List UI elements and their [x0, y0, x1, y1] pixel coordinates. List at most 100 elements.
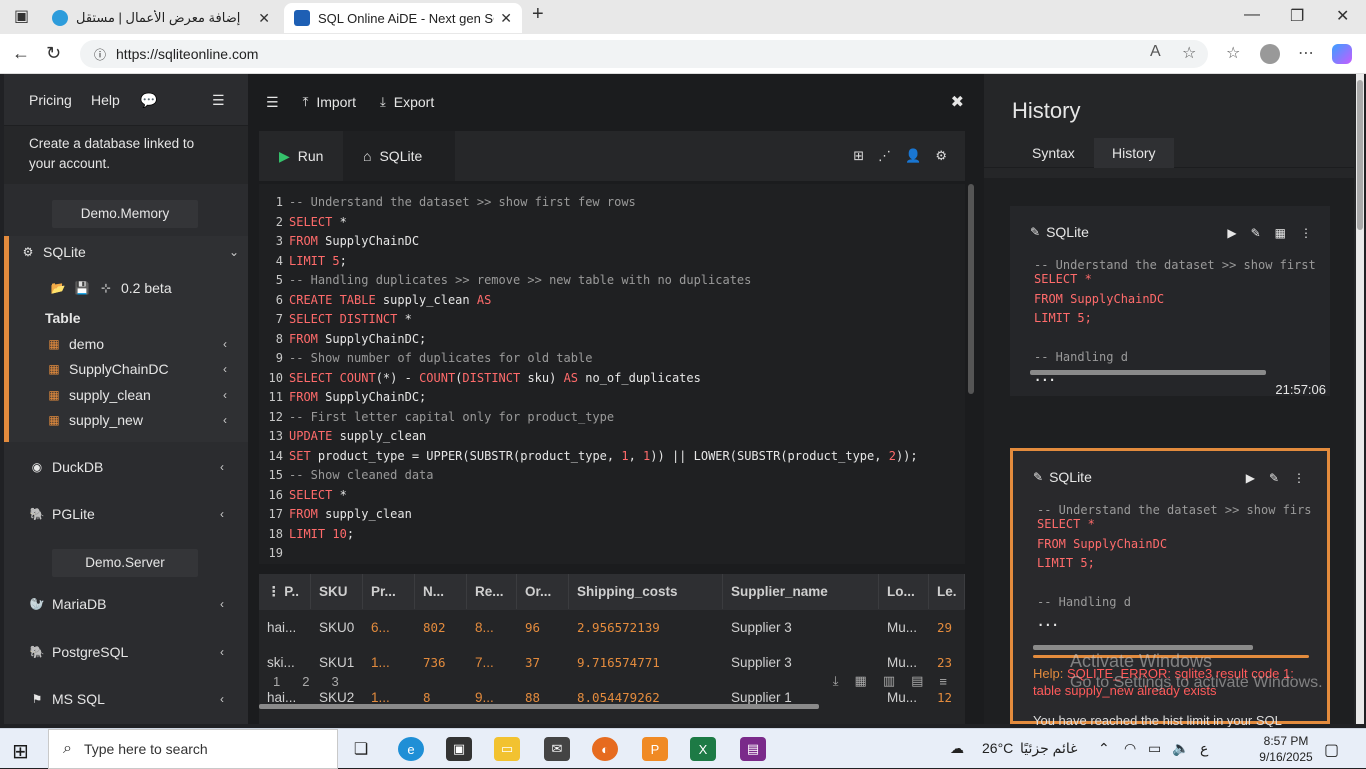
- tab-sqlite[interactable]: ⌂ SQLite: [343, 131, 455, 181]
- menu-icon[interactable]: ☰: [266, 94, 279, 111]
- code-editor[interactable]: 1 -- Understand the dataset >> show first…: [259, 184, 965, 564]
- notifications-icon[interactable]: ▢: [1324, 740, 1339, 760]
- copilot-icon[interactable]: [1332, 44, 1352, 64]
- edge-icon[interactable]: e: [398, 737, 424, 761]
- page-scrollbar-thumb[interactable]: [1357, 80, 1363, 230]
- editor-scrollbar[interactable]: [968, 184, 974, 394]
- results-hscrollbar[interactable]: [259, 704, 819, 709]
- favorites-bar-icon[interactable]: ☆: [1226, 43, 1240, 63]
- more-menu-icon[interactable]: ⋯: [1298, 43, 1314, 63]
- history-card[interactable]: ✎ SQLite ▶ ✎ ▦ ⋮ -- Understand the datas…: [1010, 206, 1330, 397]
- column-header[interactable]: Re...: [467, 574, 517, 609]
- close-window-icon[interactable]: ✕: [1336, 6, 1349, 26]
- chart-icon[interactable]: ▥: [883, 673, 895, 689]
- sidebar-item-duckdb[interactable]: ◉ DuckDB ‹: [28, 453, 238, 481]
- column-header[interactable]: Pr...: [363, 574, 415, 609]
- share-icon[interactable]: ⋰: [878, 148, 891, 164]
- pdf-app-icon[interactable]: P: [642, 737, 668, 761]
- address-bar[interactable]: ⓘ https://sqliteonline.com: [80, 40, 1208, 68]
- excel-icon[interactable]: X: [690, 737, 716, 761]
- new-tab-icon[interactable]: +: [532, 3, 544, 26]
- maximize-icon[interactable]: ❐: [1290, 6, 1304, 26]
- table-row[interactable]: hai... SKU0 6... 802 8... 96 2.956572139…: [259, 610, 965, 645]
- edit-icon[interactable]: ✎: [1251, 226, 1261, 240]
- clock[interactable]: 8:57 PM 9/16/2025: [1256, 733, 1316, 765]
- sidebar-item-postgresql[interactable]: 🐘 PostgreSQL ‹: [28, 638, 238, 666]
- language-indicator[interactable]: ع: [1200, 740, 1208, 757]
- download-icon[interactable]: ⤓: [833, 673, 839, 689]
- task-view-icon[interactable]: ❏: [348, 737, 374, 761]
- import-button[interactable]: ⤒ Import: [303, 94, 356, 110]
- volume-icon[interactable]: 🔈: [1172, 740, 1189, 757]
- reload-icon[interactable]: ↻: [46, 43, 61, 64]
- column-header[interactable]: Supplier_name: [723, 574, 879, 609]
- edit-icon[interactable]: ✎: [1269, 471, 1279, 485]
- gear-icon[interactable]: ⚙: [935, 148, 947, 164]
- sidebar-toggle-icon[interactable]: ▣: [14, 6, 29, 26]
- mail-icon[interactable]: ✉: [544, 737, 570, 761]
- kebab-menu-icon[interactable]: ⋮: [1293, 471, 1305, 485]
- battery-icon[interactable]: ▭: [1148, 740, 1161, 757]
- export-button[interactable]: ⤓ Export: [380, 94, 434, 110]
- sidebar-table-supplychaindc[interactable]: ▦ SupplyChainDC ‹: [45, 355, 241, 383]
- sidebar-item-pglite[interactable]: 🐘 PGLite ‹: [28, 500, 238, 528]
- windows-start-icon[interactable]: ⊞: [12, 739, 29, 764]
- sidebar-table-demo[interactable]: ▦ demo ‹: [45, 330, 241, 358]
- sidebar-item-sqlite[interactable]: ⚙ SQLite ⌄: [19, 238, 263, 266]
- play-icon[interactable]: ▶: [1246, 471, 1255, 485]
- chevron-up-icon[interactable]: ⌃: [1098, 740, 1110, 757]
- sidebar-item-mariadb[interactable]: 🦭 MariaDB ‹: [28, 590, 238, 618]
- page-scrollbar[interactable]: [1356, 74, 1364, 724]
- column-header[interactable]: SKU: [311, 574, 363, 609]
- column-header[interactable]: ⋮ P..: [259, 574, 311, 609]
- site-info-icon[interactable]: ⓘ: [94, 46, 106, 63]
- add-tab-icon[interactable]: ⊞: [853, 148, 864, 164]
- book-icon[interactable]: ▤: [911, 673, 923, 689]
- user-icon[interactable]: 👤: [905, 148, 921, 164]
- drag-handle-icon[interactable]: ⋮: [267, 584, 284, 599]
- column-header[interactable]: Lo...: [879, 574, 929, 609]
- close-icon[interactable]: ✖: [951, 92, 964, 112]
- column-header[interactable]: Shipping_costs: [569, 574, 723, 609]
- account-message[interactable]: Create a database linked to your account…: [4, 126, 248, 184]
- taskbar-search[interactable]: ⌕ Type here to search: [48, 729, 338, 769]
- pricing-link[interactable]: Pricing: [29, 92, 72, 108]
- back-icon[interactable]: ←: [12, 43, 30, 64]
- page-3[interactable]: 3: [331, 674, 338, 689]
- history-card-scrollbar[interactable]: [1030, 370, 1266, 375]
- sidebar-table-supply-clean[interactable]: ▦ supply_clean ‹: [45, 381, 241, 409]
- profile-avatar-icon[interactable]: [1260, 44, 1280, 64]
- kebab-menu-icon[interactable]: ⋮: [1300, 226, 1312, 240]
- weather-text[interactable]: غائم جزئيًا: [1020, 740, 1077, 757]
- temperature[interactable]: 26°C: [982, 740, 1013, 756]
- list-icon[interactable]: ≡: [939, 674, 947, 689]
- play-icon[interactable]: ▶: [1227, 226, 1236, 240]
- wifi-icon[interactable]: ◠: [1124, 740, 1136, 757]
- grid-icon[interactable]: ▦: [1275, 226, 1286, 240]
- weather-icon[interactable]: ☁: [950, 740, 964, 757]
- file-explorer-icon[interactable]: ▭: [494, 737, 520, 761]
- tab-sqlonline[interactable]: SQL Online AiDE - Next gen SQL ✕: [284, 3, 522, 33]
- minimize-icon[interactable]: —: [1244, 6, 1260, 24]
- page-2[interactable]: 2: [302, 674, 309, 689]
- winrar-icon[interactable]: ▤: [740, 737, 766, 761]
- sidebar-item-mssql[interactable]: ⚑ MS SQL ‹: [28, 685, 238, 713]
- close-tab-icon[interactable]: ✕: [258, 10, 270, 27]
- help-link[interactable]: Help: [91, 92, 120, 108]
- run-button[interactable]: ▶ Run: [259, 131, 343, 181]
- database-icon[interactable]: ☰: [212, 92, 225, 109]
- folder-open-icon[interactable]: 📂: [49, 281, 67, 295]
- grid-icon[interactable]: ▦: [855, 673, 867, 689]
- read-aloud-icon[interactable]: A: [1150, 43, 1161, 61]
- tab-mostaql[interactable]: إضافة معرض الأعمال | مستقل ✕: [42, 3, 280, 33]
- sidebar-table-supply-new[interactable]: ▦ supply_new ‹: [45, 406, 241, 434]
- chat-icon[interactable]: 💬: [140, 92, 157, 109]
- schema-icon[interactable]: ⊹: [97, 281, 115, 295]
- close-tab-icon[interactable]: ✕: [500, 10, 512, 27]
- save-icon[interactable]: 💾: [73, 281, 91, 295]
- tab-history[interactable]: History: [1094, 138, 1174, 168]
- store-icon[interactable]: ▣: [446, 737, 472, 761]
- favorite-icon[interactable]: ☆: [1182, 43, 1196, 63]
- page-1[interactable]: 1: [273, 674, 280, 689]
- column-header[interactable]: Le.: [929, 574, 965, 609]
